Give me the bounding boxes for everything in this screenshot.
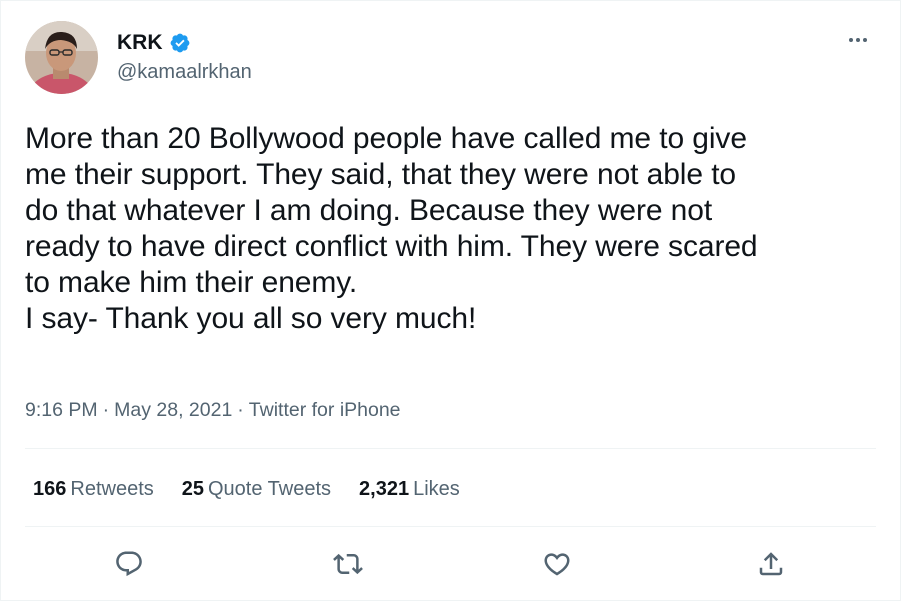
like-button[interactable] — [542, 549, 572, 579]
retweet-icon — [333, 553, 363, 575]
likes-label: Likes — [413, 478, 460, 500]
author-handle[interactable]: @kamaalrkhan — [117, 61, 252, 84]
display-name[interactable]: KRK — [117, 31, 163, 55]
avatar[interactable] — [25, 21, 98, 94]
quote-tweets-stat[interactable]: 25 Quote Tweets — [182, 478, 331, 501]
avatar-photo — [25, 21, 98, 94]
more-options-icon[interactable] — [846, 32, 870, 48]
likes-count: 2,321 — [359, 478, 410, 500]
divider — [25, 448, 876, 449]
action-bar — [1, 549, 901, 581]
tweet-card: KRK @kamaalrkhan More than 20 Bollywood … — [0, 0, 901, 601]
retweets-count: 166 — [33, 478, 67, 500]
reply-button[interactable] — [114, 549, 144, 579]
like-icon — [544, 553, 570, 576]
author-name-row[interactable]: KRK — [117, 31, 191, 55]
meta-separator: · — [102, 399, 110, 421]
verified-badge-icon — [170, 33, 189, 53]
quote-tweets-label: Quote Tweets — [208, 478, 332, 500]
retweets-stat[interactable]: 166 Retweets — [33, 478, 154, 501]
tweet-source[interactable]: Twitter for iPhone — [249, 399, 401, 422]
quote-tweets-count: 25 — [181, 478, 204, 500]
divider — [25, 526, 876, 527]
tweet-text: More than 20 Bollywood people have calle… — [25, 122, 758, 335]
retweet-button[interactable] — [333, 549, 363, 579]
tweet-stats: 166 Retweets 25 Quote Tweets 2,321 Likes — [33, 478, 460, 501]
tweet-time[interactable]: 9:16 PM — [25, 399, 98, 422]
meta-separator: · — [237, 399, 244, 421]
tweet-meta: 9:16 PM · May 28, 2021 · Twitter for iPh… — [25, 399, 401, 422]
retweets-label: Retweets — [70, 478, 154, 500]
reply-icon — [116, 551, 142, 577]
tweet-date[interactable]: May 28, 2021 — [114, 399, 232, 422]
share-icon — [759, 552, 783, 576]
likes-stat[interactable]: 2,321 Likes — [359, 478, 460, 501]
share-button[interactable] — [756, 549, 786, 579]
